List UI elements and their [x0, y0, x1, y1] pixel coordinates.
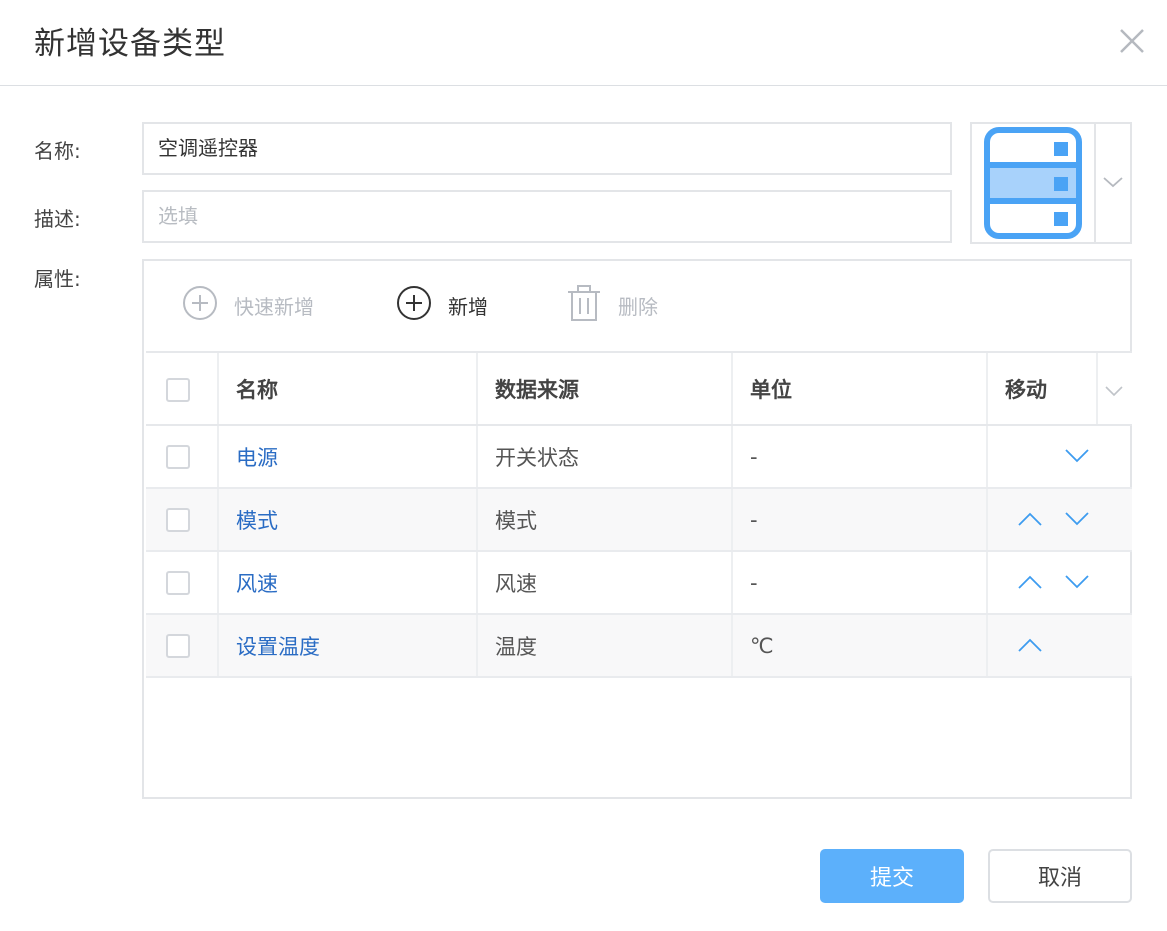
attributes-label: 属性:: [34, 267, 81, 291]
quick-add-label: 快速新增: [234, 294, 314, 319]
attribute-name-link[interactable]: 电源: [236, 426, 278, 487]
plus-circle-icon: [396, 285, 432, 326]
add-button[interactable]: 新增: [396, 285, 488, 326]
name-input[interactable]: 空调遥控器: [142, 122, 952, 175]
delete-label: 删除: [618, 294, 658, 319]
description-label: 描述:: [34, 207, 81, 231]
submit-button[interactable]: 提交: [820, 849, 964, 903]
column-header-move: 移动: [1005, 377, 1047, 402]
close-icon[interactable]: [1113, 22, 1151, 60]
select-all-checkbox[interactable]: [166, 378, 190, 402]
delete-button[interactable]: 删除: [566, 284, 658, 323]
move-down-icon[interactable]: [1064, 511, 1090, 527]
dialog-header: 新增设备类型: [0, 0, 1167, 86]
description-input[interactable]: 选填: [142, 190, 952, 243]
move-down-icon[interactable]: [1064, 574, 1090, 590]
attribute-unit: -: [750, 570, 758, 595]
device-icon-select[interactable]: [970, 122, 1132, 244]
move-up-icon[interactable]: [1017, 637, 1043, 653]
trash-icon: [566, 284, 602, 327]
attribute-unit: -: [750, 444, 758, 469]
attribute-source: 风速: [495, 571, 537, 596]
dialog-title: 新增设备类型: [34, 26, 226, 62]
plus-circle-icon: [182, 285, 218, 326]
attribute-source: 模式: [495, 508, 537, 533]
cancel-button[interactable]: 取消: [988, 849, 1132, 903]
name-label: 名称:: [34, 139, 81, 163]
table-row: 风速 风速 -: [146, 552, 1132, 615]
attribute-source: 温度: [495, 634, 537, 659]
attribute-unit: -: [750, 507, 758, 532]
table-row: 电源 开关状态 -: [146, 426, 1132, 489]
chevron-down-icon[interactable]: [1102, 174, 1124, 193]
server-icon: [972, 124, 1096, 242]
row-checkbox[interactable]: [166, 571, 190, 595]
attribute-unit: ℃: [750, 633, 774, 658]
attribute-name-link[interactable]: 模式: [236, 489, 278, 550]
attribute-source: 开关状态: [495, 445, 579, 470]
row-checkbox[interactable]: [166, 508, 190, 532]
attributes-panel: 快速新增 新增 删除 名称 数据来源 单位 移动 电源 开关状态 - 模式 模式…: [142, 259, 1132, 799]
row-checkbox[interactable]: [166, 634, 190, 658]
move-up-icon[interactable]: [1017, 511, 1043, 527]
attribute-name-link[interactable]: 风速: [236, 552, 278, 613]
move-up-icon[interactable]: [1017, 574, 1043, 590]
table-header-row: 名称 数据来源 单位 移动: [146, 351, 1132, 426]
add-label: 新增: [448, 294, 488, 319]
move-down-icon[interactable]: [1064, 448, 1090, 464]
table-row: 模式 模式 -: [146, 489, 1132, 552]
column-header-source: 数据来源: [495, 377, 579, 402]
column-header-name: 名称: [236, 377, 278, 402]
column-header-unit: 单位: [750, 377, 792, 402]
column-settings-chevron-icon[interactable]: [1104, 383, 1124, 402]
row-checkbox[interactable]: [166, 445, 190, 469]
quick-add-button[interactable]: 快速新增: [182, 285, 314, 326]
attribute-name-link[interactable]: 设置温度: [236, 615, 320, 676]
table-row: 设置温度 温度 ℃: [146, 615, 1132, 678]
